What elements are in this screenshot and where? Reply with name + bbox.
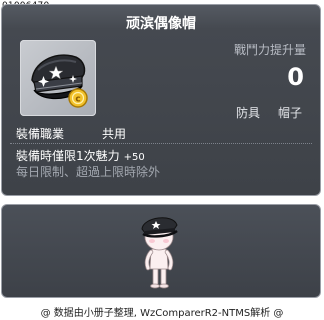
item-name: 顽滨偶像帽 xyxy=(126,16,196,32)
category-tag-hat: 帽子 xyxy=(277,106,302,120)
equip-effect-text: 裝備時僅限1次魅力 xyxy=(16,149,120,163)
item-tooltip-panel: 顽滨偶像帽 c 戰鬥力提升量 0 防具 帽子 裝備職業 共用 裝備時僅限1次魅力… xyxy=(1,4,321,196)
divider xyxy=(10,143,312,144)
character-avatar xyxy=(141,217,178,289)
svg-text:c: c xyxy=(75,95,80,105)
equip-effect: 裝備時僅限1次魅力 +50 xyxy=(16,147,145,164)
combat-power-value: 0 xyxy=(287,63,304,91)
limit-note: 每日限制、超過上限時除外 xyxy=(16,165,161,179)
item-icon-frame: c xyxy=(20,40,96,116)
credit-text: @ 数据由小册子整理, WzComparerR2-NTMS解析 @ xyxy=(40,308,284,319)
avatar-preview-panel xyxy=(1,204,321,298)
combat-power-label: 戰鬥力提升量 xyxy=(233,43,306,57)
job-value: 共用 xyxy=(102,127,127,141)
job-label: 裝備職業 xyxy=(16,127,65,141)
equip-effect-bonus: +50 xyxy=(123,152,145,163)
police-cap-icon: c xyxy=(31,54,88,108)
category-tag-armor: 防具 xyxy=(235,106,260,120)
